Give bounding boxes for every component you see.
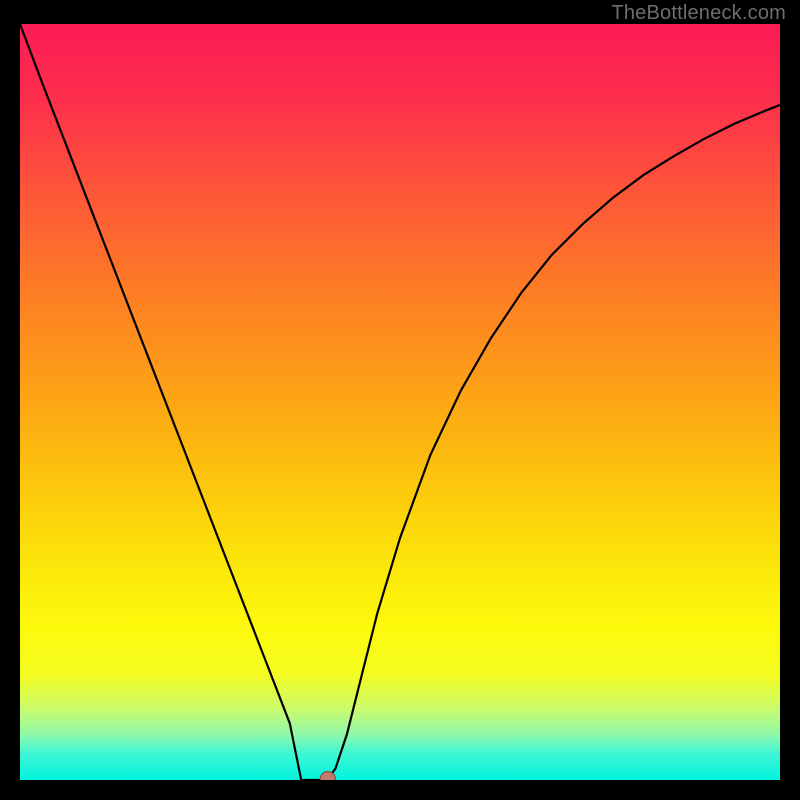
gradient-background (20, 24, 780, 780)
plot-area (20, 24, 780, 780)
watermark-text: TheBottleneck.com (611, 2, 786, 25)
chart-svg (20, 24, 780, 780)
chart-container: TheBottleneck.com (0, 0, 800, 800)
